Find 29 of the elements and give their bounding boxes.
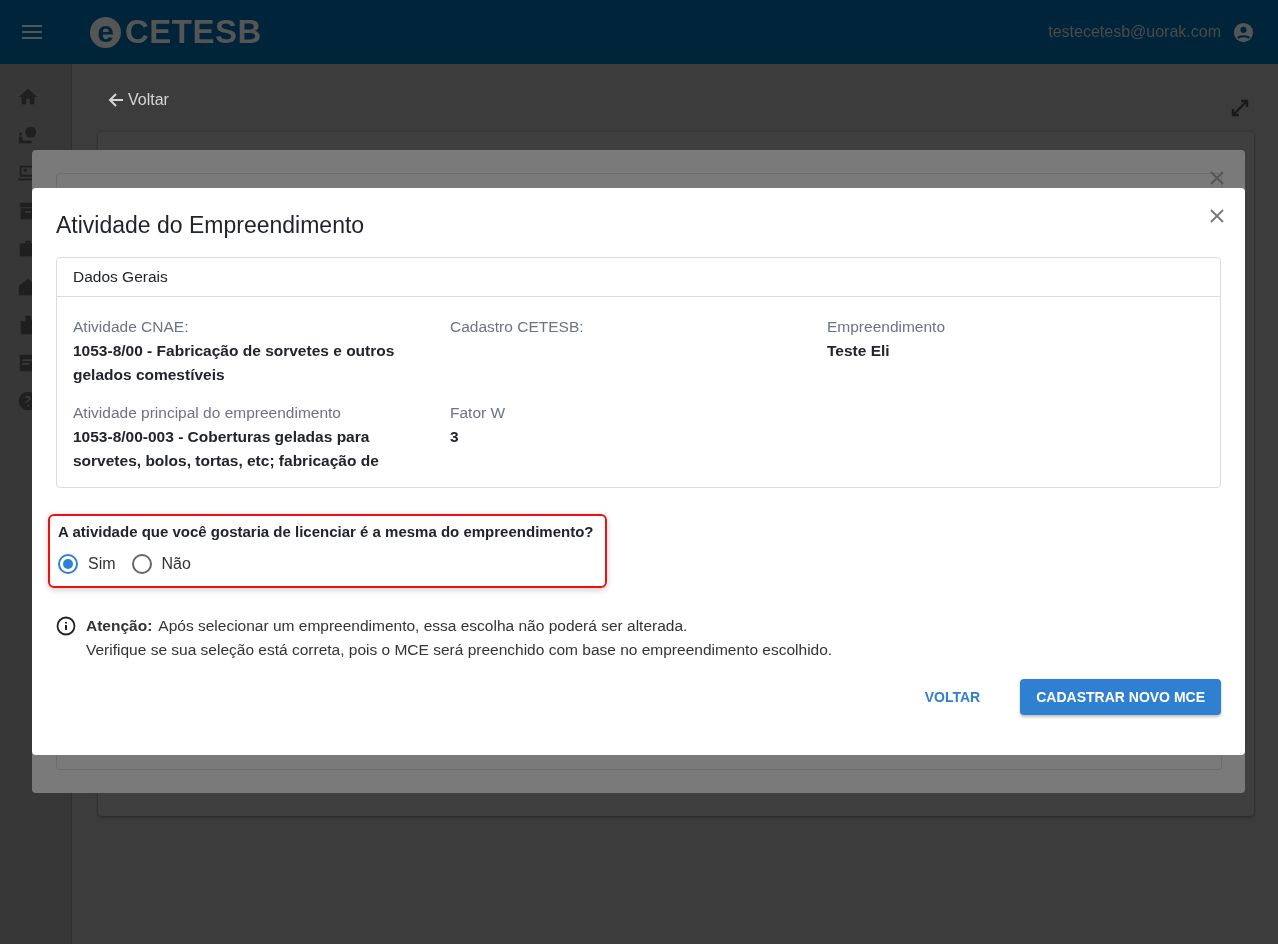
radio-option[interactable]: Não (131, 554, 191, 574)
notice-text: Após selecionar um empreendimento, essa escolha não poderá ser alterada. (158, 617, 688, 634)
back-link[interactable]: Voltar (106, 90, 169, 110)
field-value: 1053-8/00 - Fabricação de sorvetes e outros gelados comestíveis (73, 341, 396, 385)
radio-icon[interactable] (58, 554, 78, 574)
radio-icon[interactable] (131, 554, 152, 574)
field-label: Empreendimento (827, 317, 947, 337)
radio-option[interactable]: Sim (58, 554, 116, 574)
user-email: testecetesb@uorak.com (1048, 23, 1221, 41)
text-button[interactable]: VOLTAR (908, 679, 997, 715)
field-label: Cadastro CETESB: (450, 317, 585, 337)
logo-mark: e (90, 16, 121, 48)
info-icon (56, 616, 76, 636)
dialog-title: Atividade do Empreendimento (56, 212, 365, 239)
menu-icon[interactable] (22, 25, 42, 39)
primary-button[interactable]: CADASTRAR NOVO MCE (1020, 679, 1221, 715)
close-icon[interactable] (1209, 208, 1225, 224)
user-avatar-icon[interactable] (1233, 21, 1254, 43)
field-value: 3 (450, 427, 460, 447)
notice-text: Verifique se sua seleção está correta, pois o MCE será preenchido com base no empreendimento escolhido. (86, 640, 833, 660)
field-value: 1053-8/00-003 - Coberturas geladas para sorvetes, bolos, tortas, etc; fabricação de (73, 427, 380, 471)
question-text: A atividade que você gostaria de licenciar é a mesma do empreendimento? (58, 522, 595, 542)
field-label: Atividade CNAE: (73, 317, 190, 337)
field-label: Atividade principal do empreendimento (73, 403, 342, 423)
card-title: Dados Gerais (57, 258, 1220, 297)
notice-label: Atenção: (86, 617, 153, 634)
logo-text: CETESB (125, 13, 262, 51)
field-value: Teste Eli (827, 341, 891, 361)
field-label: Fator W (450, 403, 507, 423)
